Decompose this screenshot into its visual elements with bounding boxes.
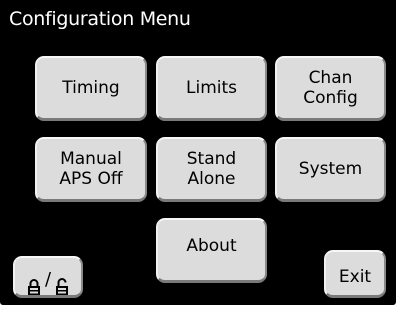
system-button[interactable]: System <box>275 137 386 202</box>
lock-toggle-button[interactable]: / <box>13 256 83 298</box>
lock-icons: / <box>27 258 69 301</box>
limits-button[interactable]: Limits <box>156 56 267 121</box>
page-title: Configuration Menu <box>0 0 396 42</box>
device-screen: Configuration Menu Timing Limits Chan Co… <box>0 0 396 305</box>
chan-config-button[interactable]: Chan Config <box>275 56 386 121</box>
exit-button[interactable]: Exit <box>324 250 386 298</box>
about-button[interactable]: About <box>156 218 267 283</box>
lock-separator: / <box>44 268 52 290</box>
stand-alone-button[interactable]: Stand Alone <box>156 137 267 202</box>
unlock-icon <box>55 258 69 301</box>
lock-icon <box>27 258 41 301</box>
timing-button[interactable]: Timing <box>35 56 147 121</box>
manual-aps-off-button[interactable]: Manual APS Off <box>35 137 147 202</box>
